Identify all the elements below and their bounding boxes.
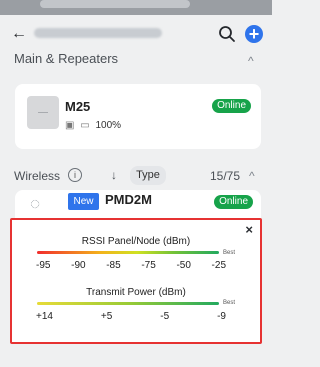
wireless-device-icon: ◌: [30, 194, 41, 213]
rssi-value: -90: [71, 260, 86, 271]
back-arrow-icon[interactable]: ←: [11, 25, 27, 43]
wireless-chevron-up-icon[interactable]: ^: [249, 169, 255, 183]
transmit-power-value: -5: [160, 311, 170, 322]
transmit-power-scale: +14 +5 -5 -9: [36, 311, 226, 322]
top-status-bar: [0, 0, 272, 15]
close-icon[interactable]: ×: [245, 222, 253, 237]
battery-icon: ▭: [80, 120, 90, 131]
add-device-button[interactable]: +: [245, 25, 263, 43]
wireless-status-badge: Online: [214, 195, 253, 209]
sort-down-icon[interactable]: ↓: [111, 168, 117, 182]
main-repeaters-title: Main & Repeaters: [14, 51, 119, 66]
rssi-value: -85: [106, 260, 121, 271]
transmit-power-best-label: Best: [223, 300, 236, 306]
transmit-power-value: +5: [100, 311, 113, 322]
rssi-value: -75: [141, 260, 156, 271]
wireless-count: 15/75: [210, 169, 241, 183]
image-icon: ▣: [65, 120, 75, 131]
transmit-power-value: +14: [36, 311, 53, 322]
rssi-value: -25: [211, 260, 226, 271]
device-meta: ▣ ▭ 100%: [65, 120, 121, 131]
device-status-badge: Online: [212, 99, 251, 113]
main-repeaters-chevron-up-icon[interactable]: ^: [248, 54, 254, 68]
type-filter-button[interactable]: Type: [130, 166, 166, 185]
blurred-top-title: [40, 0, 190, 8]
info-icon[interactable]: i: [68, 168, 82, 182]
blurred-page-title: [34, 28, 162, 38]
rssi-value: -95: [36, 260, 51, 271]
rssi-scale: -95 -90 -85 -75 -50 -25: [36, 260, 226, 271]
signal-legend-popup: × RSSI Panel/Node (dBm) Best -95 -90 -85…: [10, 218, 262, 344]
rssi-best-label: Best: [223, 250, 236, 256]
rssi-value: -50: [176, 260, 191, 271]
device-name: M25: [65, 99, 91, 114]
device-image: [27, 96, 59, 129]
device-card[interactable]: M25 ▣ ▭ 100% Online: [15, 84, 261, 149]
transmit-power-gradient-bar: [37, 302, 219, 305]
rssi-gradient-bar: [37, 251, 219, 254]
wireless-section-title: Wireless: [14, 169, 61, 183]
transmit-power-title: Transmit Power (dBm): [86, 287, 186, 298]
search-icon[interactable]: [218, 25, 236, 43]
transmit-power-value: -9: [217, 311, 226, 322]
new-badge: New: [68, 193, 99, 210]
page-header: ← +: [0, 15, 272, 53]
wireless-device-name: PMD2M: [105, 192, 152, 207]
battery-value: 100%: [95, 120, 122, 131]
rssi-title: RSSI Panel/Node (dBm): [81, 236, 191, 247]
